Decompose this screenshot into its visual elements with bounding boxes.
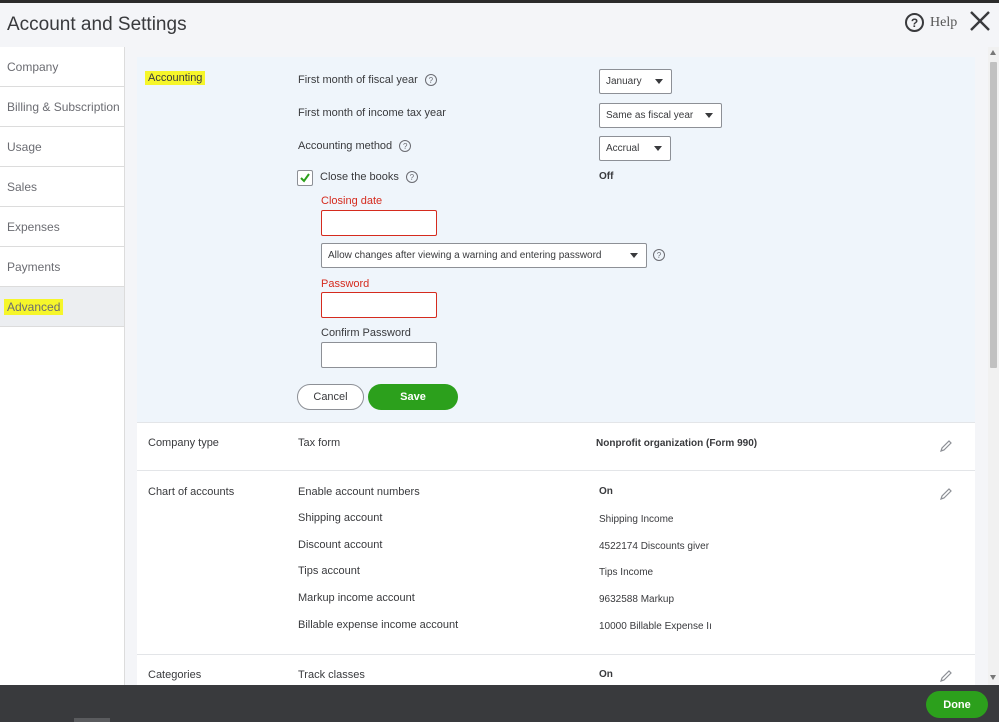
accounting-method-label-text: Accounting method: [298, 140, 393, 152]
company-type-section: Company type Tax form Nonprofit organiza…: [137, 422, 975, 470]
fiscal-year-label-text: First month of fiscal year: [298, 74, 418, 86]
sidebar-item-usage[interactable]: Usage: [0, 127, 124, 167]
chart-of-accounts-title: Chart of accounts: [148, 486, 235, 498]
caret-down-icon: [630, 253, 638, 258]
scroll-down-icon[interactable]: [990, 675, 996, 680]
settings-header: Account and Settings ? Help: [0, 3, 999, 47]
confirm-password-label: Confirm Password: [321, 327, 411, 339]
accounting-method-value: Accrual: [606, 143, 640, 154]
accounting-method-select[interactable]: Accrual: [599, 136, 671, 161]
page-title: Account and Settings: [7, 14, 187, 35]
coa-row-label: Enable account numbers: [298, 486, 420, 498]
sidebar-item-label: Payments: [7, 259, 61, 274]
help-circle-icon[interactable]: ?: [653, 249, 665, 261]
tax-form-value: Nonprofit organization (Form 990): [596, 438, 758, 449]
track-classes-value: On: [599, 669, 613, 680]
coa-row-value: On: [599, 486, 613, 497]
sidebar-item-label: Advanced: [4, 298, 64, 315]
fiscal-year-select[interactable]: January: [599, 69, 672, 94]
accounting-card: Accounting First month of fiscal year? J…: [137, 57, 975, 422]
sidebar-item-advanced[interactable]: Advanced: [0, 287, 124, 327]
coa-row-value: 4522174 Discounts giver: [599, 541, 710, 552]
password-label: Password: [321, 278, 370, 290]
caret-down-icon: [705, 113, 713, 118]
pencil-icon[interactable]: [939, 439, 953, 453]
sidebar-item-payments[interactable]: Payments: [0, 247, 124, 287]
help-label: Help: [930, 14, 958, 30]
done-button[interactable]: Done: [926, 691, 988, 718]
help-circle-icon[interactable]: ?: [405, 171, 418, 184]
close-books-checkbox[interactable]: [297, 170, 313, 186]
footer-tab-indicator: [74, 718, 110, 722]
sidebar-item-label: Company: [7, 59, 59, 74]
help-circle-icon[interactable]: ?: [424, 74, 437, 87]
close-books-label-text: Close the books: [320, 171, 399, 183]
question-circle-icon: ?: [905, 13, 924, 32]
coa-row-value: 9632588 Markup: [599, 594, 675, 605]
sidebar-item-label: Expenses: [7, 219, 60, 234]
coa-row-value: 10000 Billable Expense Iı: [599, 621, 712, 632]
tax-form-label: Tax form: [298, 437, 341, 449]
income-tax-year-value: Same as fiscal year: [606, 110, 694, 121]
confirm-password-input[interactable]: [321, 342, 437, 368]
sidebar-item-billing[interactable]: Billing & Subscription: [0, 87, 124, 127]
sidebar-item-label: Usage: [7, 139, 42, 154]
fiscal-year-value: January: [606, 76, 642, 87]
cancel-button[interactable]: Cancel: [297, 384, 364, 410]
chart-of-accounts-section: Chart of accounts Enable account numbers…: [137, 470, 975, 654]
close-books-label: Close the books?: [320, 171, 418, 184]
closing-date-label: Closing date: [321, 195, 383, 207]
categories-section: Categories Track classes On: [137, 654, 975, 685]
sidebar-item-label: Billing & Subscription: [7, 99, 120, 114]
pencil-icon[interactable]: [939, 669, 953, 683]
company-type-title: Company type: [148, 437, 219, 449]
sidebar-item-expenses[interactable]: Expenses: [0, 207, 124, 247]
settings-footer: Done: [0, 685, 999, 722]
settings-main: Accounting First month of fiscal year? J…: [125, 47, 988, 685]
help-circle-icon[interactable]: ?: [399, 140, 412, 153]
allow-changes-value: Allow changes after viewing a warning an…: [328, 250, 602, 261]
scrollbar-thumb[interactable]: [990, 62, 997, 368]
income-tax-year-label: First month of income tax year: [298, 107, 446, 119]
vertical-scrollbar[interactable]: [988, 47, 999, 685]
caret-down-icon: [654, 146, 662, 151]
accounting-section-title: Accounting: [145, 71, 206, 85]
close-books-status: Off: [599, 171, 614, 182]
allow-changes-select[interactable]: Allow changes after viewing a warning an…: [321, 243, 647, 268]
password-input[interactable]: [321, 292, 437, 318]
coa-row-label: Shipping account: [298, 512, 383, 524]
help-button[interactable]: ? Help: [905, 13, 957, 32]
checkmark-icon: [300, 173, 310, 183]
caret-down-icon: [655, 79, 663, 84]
coa-row-value: Tips Income: [599, 567, 654, 578]
coa-row-value: Shipping Income: [599, 514, 674, 525]
sidebar-item-company[interactable]: Company: [0, 47, 124, 87]
categories-title: Categories: [148, 669, 202, 681]
coa-row-label: Billable expense income account: [298, 619, 459, 631]
sidebar-item-sales[interactable]: Sales: [0, 167, 124, 207]
coa-row-label: Markup income account: [298, 592, 415, 604]
income-tax-year-select[interactable]: Same as fiscal year: [599, 103, 722, 128]
coa-row-label: Discount account: [298, 539, 383, 551]
pencil-icon[interactable]: [939, 487, 953, 501]
close-icon[interactable]: [966, 7, 994, 35]
accounting-method-label: Accounting method?: [298, 140, 412, 153]
closing-date-input[interactable]: [321, 210, 437, 236]
coa-row-label: Tips account: [298, 565, 360, 577]
track-classes-label: Track classes: [298, 669, 365, 681]
sidebar-item-label: Sales: [7, 179, 38, 194]
settings-sidebar: Company Billing & Subscription Usage Sal…: [0, 47, 125, 685]
save-button[interactable]: Save: [368, 384, 458, 410]
fiscal-year-label: First month of fiscal year?: [298, 74, 437, 87]
scroll-up-icon[interactable]: [990, 50, 996, 55]
